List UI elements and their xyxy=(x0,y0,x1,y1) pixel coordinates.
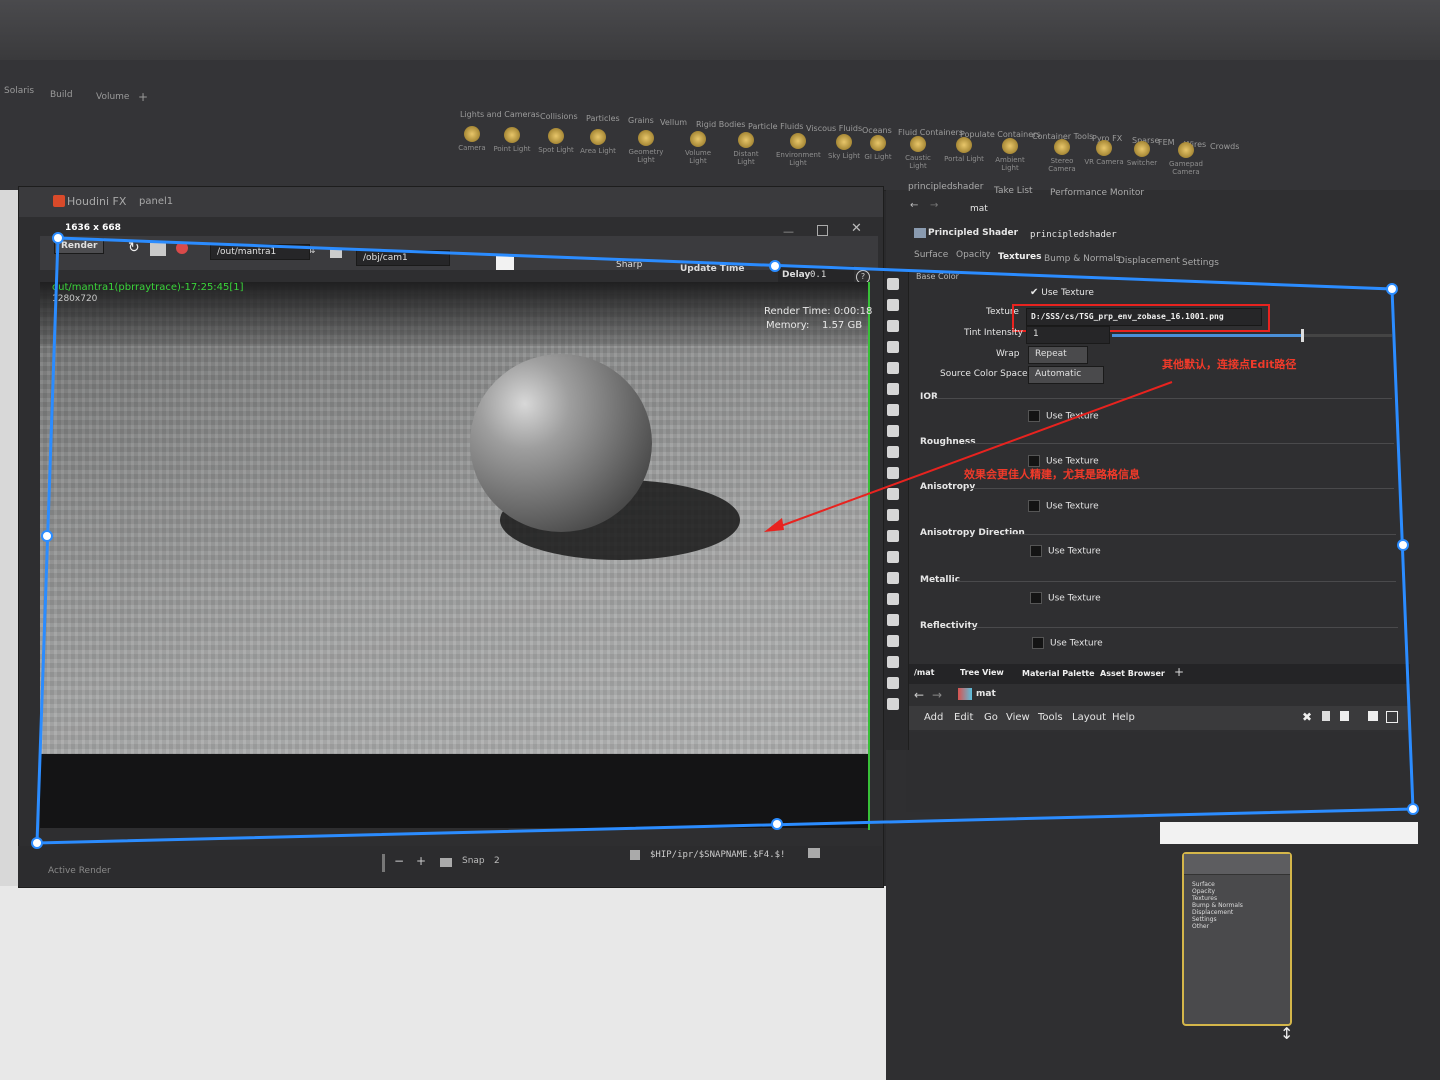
selection-handle[interactable] xyxy=(1397,539,1409,551)
annotation-overlay xyxy=(31,232,1419,849)
selection-handle[interactable] xyxy=(52,232,64,244)
selection-handle[interactable] xyxy=(1407,803,1419,815)
arrow-head xyxy=(764,518,784,532)
annotation-arrow xyxy=(769,381,1173,531)
selection-handle[interactable] xyxy=(771,818,783,830)
selection-rectangle xyxy=(35,236,1415,845)
selection-handle[interactable] xyxy=(31,837,43,849)
selection-handle[interactable] xyxy=(1386,283,1398,295)
selection-handle[interactable] xyxy=(41,530,53,542)
selection-handle[interactable] xyxy=(769,260,781,272)
